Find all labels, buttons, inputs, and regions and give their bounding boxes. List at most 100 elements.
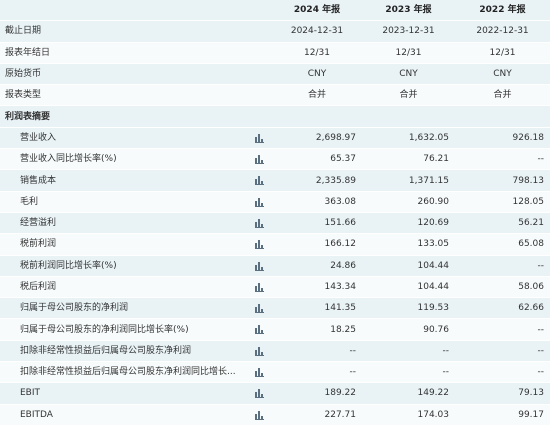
bar-chart-icon-bar — [258, 261, 260, 270]
metric-value: 18.25 — [272, 318, 362, 341]
metric-label: 税前利润 — [20, 239, 57, 250]
bar-chart-icon-bar — [255, 158, 257, 164]
bar-chart-icon[interactable] — [255, 410, 264, 420]
header-year-2023[interactable]: 2023 年报 — [362, 0, 455, 22]
metric-row: 销售成本 2,335.89 1,371.15 798.13 — [0, 169, 550, 192]
metric-label: 归属于母公司股东的净利润 — [20, 303, 129, 314]
metric-label: 税后利润 — [20, 282, 57, 292]
metric-value: -- — [455, 340, 550, 363]
cell-value: 2024-12-31 — [272, 20, 362, 43]
metric-row: 营业收入同比增长率(%) 65.37 76.21 -- — [0, 148, 550, 171]
bar-chart-icon-bar — [258, 133, 260, 142]
bar-chart-icon-bar — [255, 179, 257, 185]
bar-chart-icon-bar — [255, 200, 257, 206]
metric-value: -- — [455, 318, 550, 341]
header-year-2022[interactable]: 2022 年报 — [455, 0, 550, 22]
metric-value: 133.05 — [362, 233, 455, 256]
metric-label: 归属于母公司股东的净利润同比增长率(%) — [20, 324, 189, 335]
metric-value: 227.71 — [272, 404, 362, 426]
metric-row: 税后利润 143.34 104.44 58.06 — [0, 276, 550, 299]
metric-label: 扣除非经常性损益后归属母公司股东净利润 — [20, 345, 192, 356]
metric-value: 104.44 — [362, 276, 455, 299]
cell-value: 12/31 — [455, 42, 550, 64]
bar-chart-icon[interactable] — [255, 346, 264, 356]
header-corner — [0, 0, 272, 22]
metric-label: 营业收入同比增长率(%) — [20, 154, 117, 165]
metric-value: 166.12 — [272, 233, 362, 256]
metric-row: 毛利 363.08 260.90 128.05 — [0, 191, 550, 213]
row-label: 报表类型 — [0, 84, 272, 107]
cell-value: CNY — [362, 63, 455, 86]
metric-row: 经营溢利 151.66 120.69 56.21 — [0, 212, 550, 235]
bar-chart-icon-bar — [255, 136, 257, 142]
metric-value: 99.17 — [455, 404, 550, 426]
metric-value: 141.35 — [272, 297, 362, 320]
bar-chart-icon[interactable] — [255, 324, 264, 335]
bar-chart-icon[interactable] — [255, 282, 264, 292]
metric-value: -- — [455, 255, 550, 277]
bar-chart-icon-bar — [255, 371, 257, 377]
metric-label: 扣除非经常性损益后归属母公司股东净利润同比增长... — [20, 367, 236, 378]
bar-chart-icon[interactable] — [255, 239, 264, 250]
bar-chart-icon[interactable] — [255, 303, 264, 314]
meta-row-currency: 原始货币 CNY CNY CNY — [0, 63, 550, 86]
bar-chart-icon[interactable] — [255, 261, 264, 271]
metric-label-cell: 营业收入 — [0, 127, 272, 150]
bar-chart-icon-bar — [261, 330, 263, 334]
cell-value: 合并 — [455, 84, 550, 107]
bar-chart-icon[interactable] — [255, 154, 264, 165]
bar-chart-icon[interactable] — [255, 218, 264, 228]
metric-value: 119.53 — [362, 297, 455, 320]
metric-label-cell: 营业收入同比增长率(%) — [0, 148, 272, 171]
cell-value: CNY — [272, 63, 362, 86]
metric-value: 76.21 — [362, 148, 455, 171]
metric-label: 销售成本 — [20, 175, 57, 186]
bar-chart-icon-bar — [258, 325, 260, 334]
metric-row: 营业收入 2,698.97 1,632.05 926.18 — [0, 127, 550, 150]
metric-value: 104.44 — [362, 255, 455, 277]
bar-chart-icon[interactable] — [255, 367, 264, 378]
bar-chart-icon-bar — [261, 287, 263, 291]
bar-chart-icon-bar — [255, 328, 257, 334]
bar-chart-icon-bar — [261, 245, 263, 249]
cell-value: 合并 — [272, 84, 362, 107]
metric-value: 260.90 — [362, 191, 455, 213]
metric-label: EBIT — [20, 388, 41, 399]
bar-chart-icon[interactable] — [255, 197, 264, 207]
section-title: 利润表摘要 — [0, 105, 550, 128]
bar-chart-icon-bar — [261, 138, 263, 142]
metric-value: 149.22 — [362, 382, 455, 405]
metric-label: 营业收入 — [20, 132, 57, 143]
metric-label-cell: EBIT — [0, 382, 272, 405]
bar-chart-icon-bar — [258, 197, 260, 206]
metric-label-cell: 毛利 — [0, 191, 272, 213]
metric-value: 2,698.97 — [272, 127, 362, 150]
bar-chart-icon-bar — [255, 264, 257, 270]
cell-value: CNY — [455, 63, 550, 86]
metric-row: EBIT 189.22 149.22 79.13 — [0, 382, 550, 405]
bar-chart-icon[interactable] — [255, 175, 264, 186]
metric-value: -- — [362, 361, 455, 384]
bar-chart-icon[interactable] — [255, 388, 264, 399]
bar-chart-icon[interactable] — [255, 133, 264, 143]
metric-value: 120.69 — [362, 212, 455, 235]
metric-value: 24.86 — [272, 255, 362, 277]
bar-chart-icon-bar — [258, 176, 260, 185]
metric-row: 税前利润 166.12 133.05 65.08 — [0, 233, 550, 256]
cell-value: 2022-12-31 — [455, 20, 550, 43]
metric-label: 毛利 — [20, 196, 39, 207]
metric-value: -- — [272, 340, 362, 363]
row-label: 报表年结日 — [0, 42, 272, 64]
bar-chart-icon-bar — [261, 415, 263, 419]
metric-value: -- — [272, 361, 362, 384]
metric-label-cell: 归属于母公司股东的净利润 — [0, 297, 272, 320]
metric-value: 62.66 — [455, 297, 550, 320]
header-year-2024[interactable]: 2024 年报 — [272, 0, 362, 22]
metric-value: 65.37 — [272, 148, 362, 171]
metric-value: 151.66 — [272, 212, 362, 235]
section-header-row: 利润表摘要 — [0, 105, 550, 128]
metric-label-cell: 归属于母公司股东的净利润同比增长率(%) — [0, 318, 272, 341]
metric-value: -- — [362, 340, 455, 363]
bar-chart-icon-bar — [258, 389, 260, 398]
metric-row: 扣除非经常性损益后归属母公司股东净利润 -- -- -- — [0, 340, 550, 363]
